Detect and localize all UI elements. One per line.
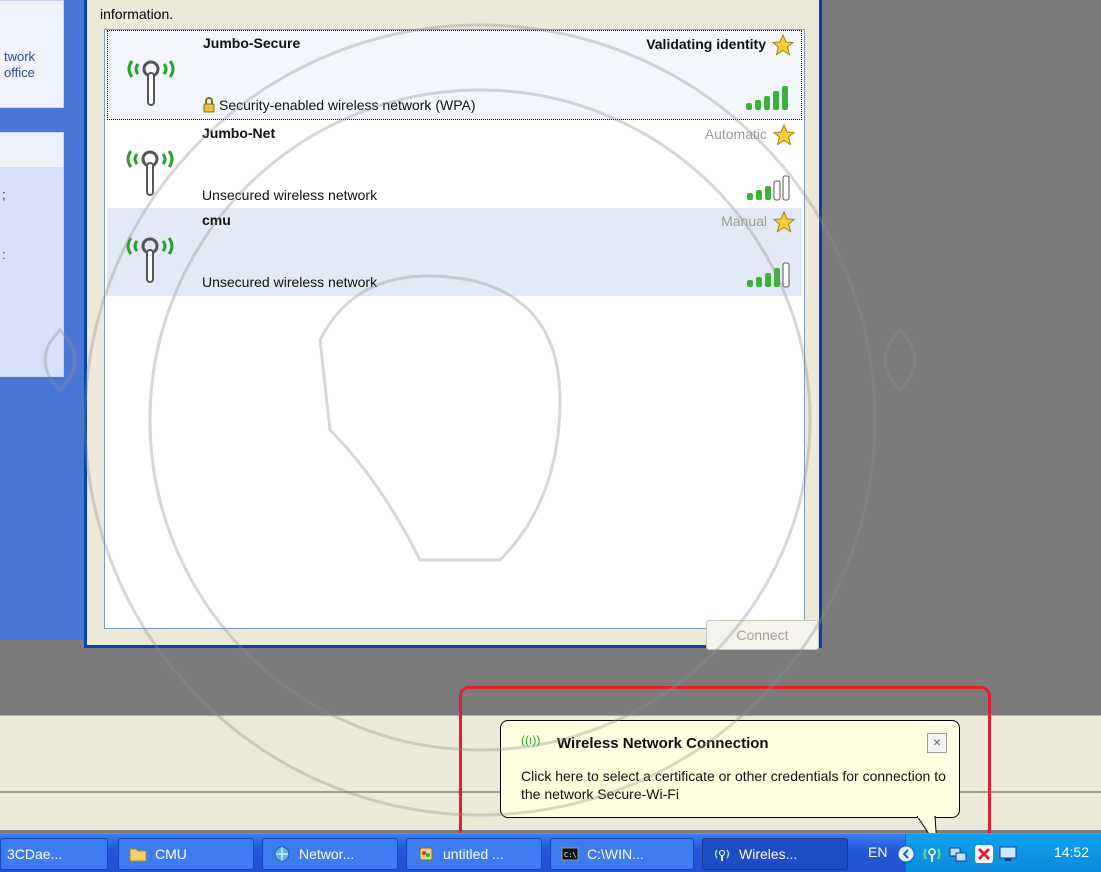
network-description-row: Security-enabled wireless network (WPA) [203, 97, 476, 113]
tray-expand-icon[interactable] [896, 844, 916, 864]
network-name: Jumbo-Secure [203, 35, 301, 51]
sidebar-panel-header[interactable] [0, 133, 63, 167]
taskbar-item-wireless[interactable]: Wireles... [702, 838, 848, 870]
clock[interactable]: 14:52 [1054, 844, 1089, 860]
taskbar-item-network[interactable]: Networ... [262, 838, 398, 870]
security-alert-icon[interactable] [974, 844, 994, 864]
network-name: Jumbo-Net [202, 125, 276, 141]
preferred-star-icon [772, 123, 796, 146]
dialog-info-text: information. [100, 6, 174, 22]
signal-strength-icon [747, 175, 790, 201]
taskbar-label: CMU [155, 846, 187, 862]
annotation-highlight-box [459, 686, 991, 848]
network-status: Validating identity [646, 36, 766, 52]
network-name: cmu [202, 212, 231, 228]
preferred-star-icon [772, 210, 796, 233]
network-tray-icon[interactable] [948, 844, 968, 864]
lock-icon [203, 97, 215, 113]
system-tray: EN 14:52 [868, 834, 1101, 872]
network-status: Manual [721, 213, 767, 229]
command-prompt-icon: C:\ [561, 847, 579, 861]
signal-strength-icon [746, 86, 788, 110]
taskbar-label: untitled ... [443, 846, 504, 862]
wireless-antenna-icon [126, 150, 174, 196]
sidebar-text-line1: twork [4, 49, 36, 64]
taskbar-item-cmd[interactable]: C:\ C:\WIN... [550, 838, 694, 870]
network-item-cmu[interactable]: cmu Manual Unsecured wireless network [107, 208, 802, 296]
sidebar-fragment-2: : [2, 247, 6, 262]
sidebar-fragment-1: ; [2, 187, 6, 202]
wireless-tray-icon[interactable] [922, 844, 942, 864]
network-icon [274, 846, 290, 862]
wireless-icon [714, 849, 730, 861]
network-list[interactable]: Jumbo-Secure Validating identity Securit… [104, 29, 819, 650]
display-tray-icon[interactable] [998, 844, 1018, 864]
sidebar-details-panel: ; : [0, 132, 64, 377]
taskbar-label: Networ... [299, 846, 355, 862]
taskbar-label: C:\WIN... [587, 846, 644, 862]
preferred-star-icon [771, 33, 795, 56]
network-description-row: Unsecured wireless network [202, 274, 377, 290]
wireless-network-dialog: information. Jumbo-Secure Validating ide… [84, 0, 822, 650]
network-description-row: Unsecured wireless network [202, 187, 377, 203]
wireless-antenna-icon [126, 237, 174, 283]
taskbar-item-cmu[interactable]: CMU [118, 838, 254, 870]
sidebar-task-panel[interactable]: twork office [0, 0, 64, 108]
taskbar-item-untitled[interactable]: untitled ... [406, 838, 542, 870]
svg-text:C:\: C:\ [564, 851, 577, 859]
taskbar-label: 3CDae... [7, 846, 63, 862]
folder-icon [129, 848, 147, 862]
network-description: Unsecured wireless network [202, 274, 378, 290]
network-item-jumbo-net[interactable]: Jumbo-Net Automatic Unsecured wireless n… [107, 121, 802, 211]
connect-button[interactable]: Connect [706, 620, 819, 650]
signal-strength-icon [747, 262, 790, 288]
taskbar: 3CDae... CMU Networ... untitled ... C:\ … [0, 833, 1101, 872]
sidebar-text-line2: office [4, 65, 35, 80]
taskbar-item-3cdae[interactable]: 3CDae... [0, 838, 108, 870]
network-description: Unsecured wireless network [202, 187, 378, 203]
paint-icon [419, 847, 433, 861]
taskbar-label: Wireles... [739, 846, 798, 862]
language-indicator[interactable]: EN [868, 844, 887, 860]
background-window-sidebar: twork office ; : [0, 0, 84, 640]
wireless-antenna-icon [127, 60, 175, 106]
network-description: Security-enabled wireless network (WPA) [219, 97, 476, 113]
network-item-jumbo-secure[interactable]: Jumbo-Secure Validating identity Securit… [107, 30, 802, 120]
network-status: Automatic [704, 126, 767, 142]
